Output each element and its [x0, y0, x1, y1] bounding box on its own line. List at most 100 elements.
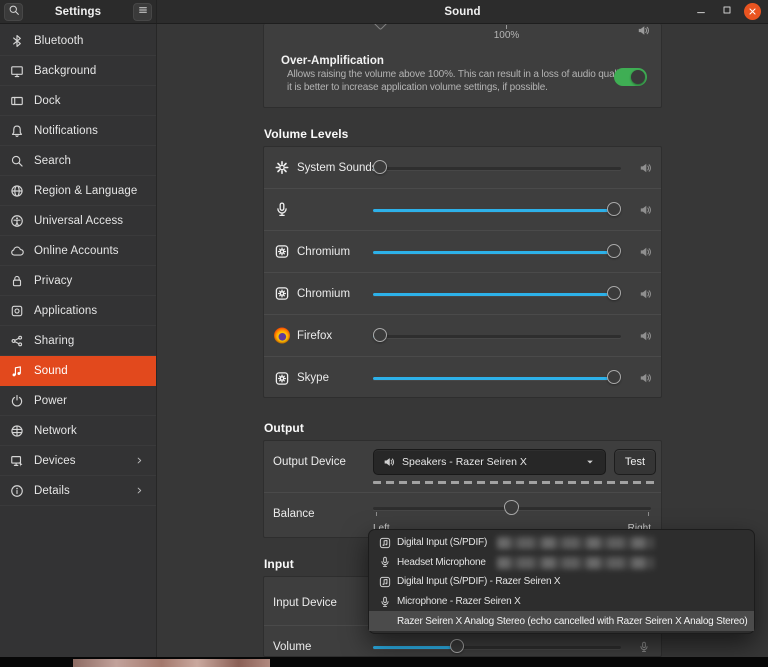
sharing-icon: [9, 333, 24, 348]
slider-track[interactable]: [373, 335, 621, 338]
volume-slider-microphone[interactable]: [373, 202, 621, 218]
sound-panel: 100% Over-Amplification Allows raising t…: [157, 24, 768, 657]
sidebar-item-universal-access[interactable]: Universal Access: [0, 206, 156, 236]
volume-row-chromium: Chromium: [264, 231, 661, 273]
output-device-value: Speakers - Razer Seiren X: [402, 456, 527, 468]
output-device-label: Output Device: [273, 456, 346, 468]
menu-item[interactable]: Digital Input (S/PDIF) - Razer Seiren X: [369, 572, 754, 592]
sidebar-item-label: Notifications: [34, 125, 98, 137]
page-title: Sound: [444, 6, 480, 18]
sidebar-item-bluetooth[interactable]: Bluetooth: [0, 26, 156, 56]
power-icon: [9, 393, 24, 408]
slider-track[interactable]: [373, 167, 621, 170]
menu-item[interactable]: Digital Input (S/PDIF): [369, 533, 754, 553]
close-button[interactable]: [744, 3, 761, 20]
menu-item[interactable]: Microphone - Razer Seiren X: [369, 592, 754, 612]
sidebar-item-background[interactable]: Background: [0, 56, 156, 86]
app-generic-icon: [273, 285, 290, 302]
volume-row-label: Firefox: [297, 330, 332, 342]
slider-thumb[interactable]: [450, 639, 464, 653]
slider-fill: [373, 251, 619, 254]
volume-slider-system-sounds[interactable]: [373, 160, 621, 176]
sidebar-item-label: Background: [34, 65, 96, 77]
slider-thumb[interactable]: [373, 328, 387, 342]
sidebar-item-sound[interactable]: Sound: [0, 356, 156, 386]
speaker-icon: [639, 287, 652, 300]
sidebar-item-sharing[interactable]: Sharing: [0, 326, 156, 356]
sidebar-item-notifications[interactable]: Notifications: [0, 116, 156, 146]
sidebar-item-power[interactable]: Power: [0, 386, 156, 416]
slider-fill: [373, 293, 619, 296]
volume-slider-skype[interactable]: [373, 370, 621, 386]
sidebar-item-dock[interactable]: Dock: [0, 86, 156, 116]
network-icon: [9, 423, 24, 438]
sidebar-item-devices[interactable]: Devices: [0, 446, 156, 476]
menu-item[interactable]: Headset Microphone: [369, 553, 754, 573]
sidebar-item-search[interactable]: Search: [0, 146, 156, 176]
digital-input-icon: [378, 575, 391, 588]
app-title: Settings: [27, 6, 129, 18]
slider-thumb[interactable]: [607, 244, 621, 258]
volume-row-firefox: Firefox: [264, 315, 661, 357]
maximize-button[interactable]: [718, 3, 735, 20]
speaker-icon: [639, 329, 652, 342]
window-controls: [692, 0, 761, 23]
redacted-text: [497, 557, 654, 569]
sidebar-item-details[interactable]: Details: [0, 476, 156, 506]
balance-slider[interactable]: Left Right: [373, 499, 651, 517]
microphone-icon: [378, 595, 391, 608]
balance-thumb[interactable]: [504, 500, 519, 515]
search-icon: [8, 4, 20, 19]
online-accounts-icon: [9, 243, 24, 258]
speaker-icon: [637, 24, 650, 42]
slider-fill: [373, 646, 457, 649]
volume-slider-firefox[interactable]: [373, 328, 621, 344]
sidebar-item-label: Sharing: [34, 335, 74, 347]
sidebar-item-online-accounts[interactable]: Online Accounts: [0, 236, 156, 266]
slider-thumb[interactable]: [607, 286, 621, 300]
slider-thumb[interactable]: [373, 160, 387, 174]
output-volume-slider-thumb[interactable]: [373, 24, 389, 30]
speaker-icon: [639, 245, 652, 258]
over-amplification-toggle[interactable]: [614, 68, 647, 86]
volume-slider-chromium[interactable]: [373, 244, 621, 260]
volume-100-tick: [506, 25, 507, 29]
close-icon: [748, 4, 757, 19]
digital-input-icon: [378, 536, 391, 549]
slider-thumb[interactable]: [607, 370, 621, 384]
volume-slider-chromium[interactable]: [373, 286, 621, 302]
volume-row-label: Skype: [297, 372, 329, 384]
sidebar-item-network[interactable]: Network: [0, 416, 156, 446]
sidebar-item-label: Dock: [34, 95, 61, 107]
desktop-background: [0, 657, 768, 667]
search-icon: [9, 153, 24, 168]
dock-icon: [9, 93, 24, 108]
minimize-button[interactable]: [692, 3, 709, 20]
firefox-icon: [273, 327, 290, 344]
volume-row-chromium: Chromium: [264, 273, 661, 315]
balance-left-tick: [376, 512, 377, 516]
sidebar-item-applications[interactable]: Applications: [0, 296, 156, 326]
test-button[interactable]: Test: [614, 449, 656, 475]
universal-access-icon: [9, 213, 24, 228]
sidebar-item-label: Devices: [34, 455, 76, 467]
speaker-icon: [639, 203, 652, 216]
slider-thumb[interactable]: [607, 202, 621, 216]
search-button[interactable]: [4, 3, 23, 21]
sidebar-item-region-language[interactable]: Region & Language: [0, 176, 156, 206]
speaker-icon: [639, 372, 652, 385]
input-volume-slider[interactable]: [373, 639, 621, 655]
output-card: Output Device Speakers - Razer Seiren X …: [263, 440, 662, 538]
sidebar-headerbar: Settings: [0, 0, 157, 23]
desktop-wallpaper: [73, 659, 270, 667]
sidebar-item-label: Region & Language: [34, 185, 137, 197]
hamburger-icon: [137, 4, 149, 19]
output-device-dropdown[interactable]: Speakers - Razer Seiren X: [373, 449, 606, 475]
menu-button[interactable]: [133, 3, 152, 21]
menu-item-label: Microphone - Razer Seiren X: [397, 596, 521, 607]
background-icon: [9, 63, 24, 78]
sidebar-item-privacy[interactable]: Privacy: [0, 266, 156, 296]
menu-item-label: Digital Input (S/PDIF): [397, 537, 487, 548]
menu-item[interactable]: Razer Seiren X Analog Stereo (echo cance…: [369, 611, 754, 631]
main-headerbar: Sound: [157, 0, 768, 23]
